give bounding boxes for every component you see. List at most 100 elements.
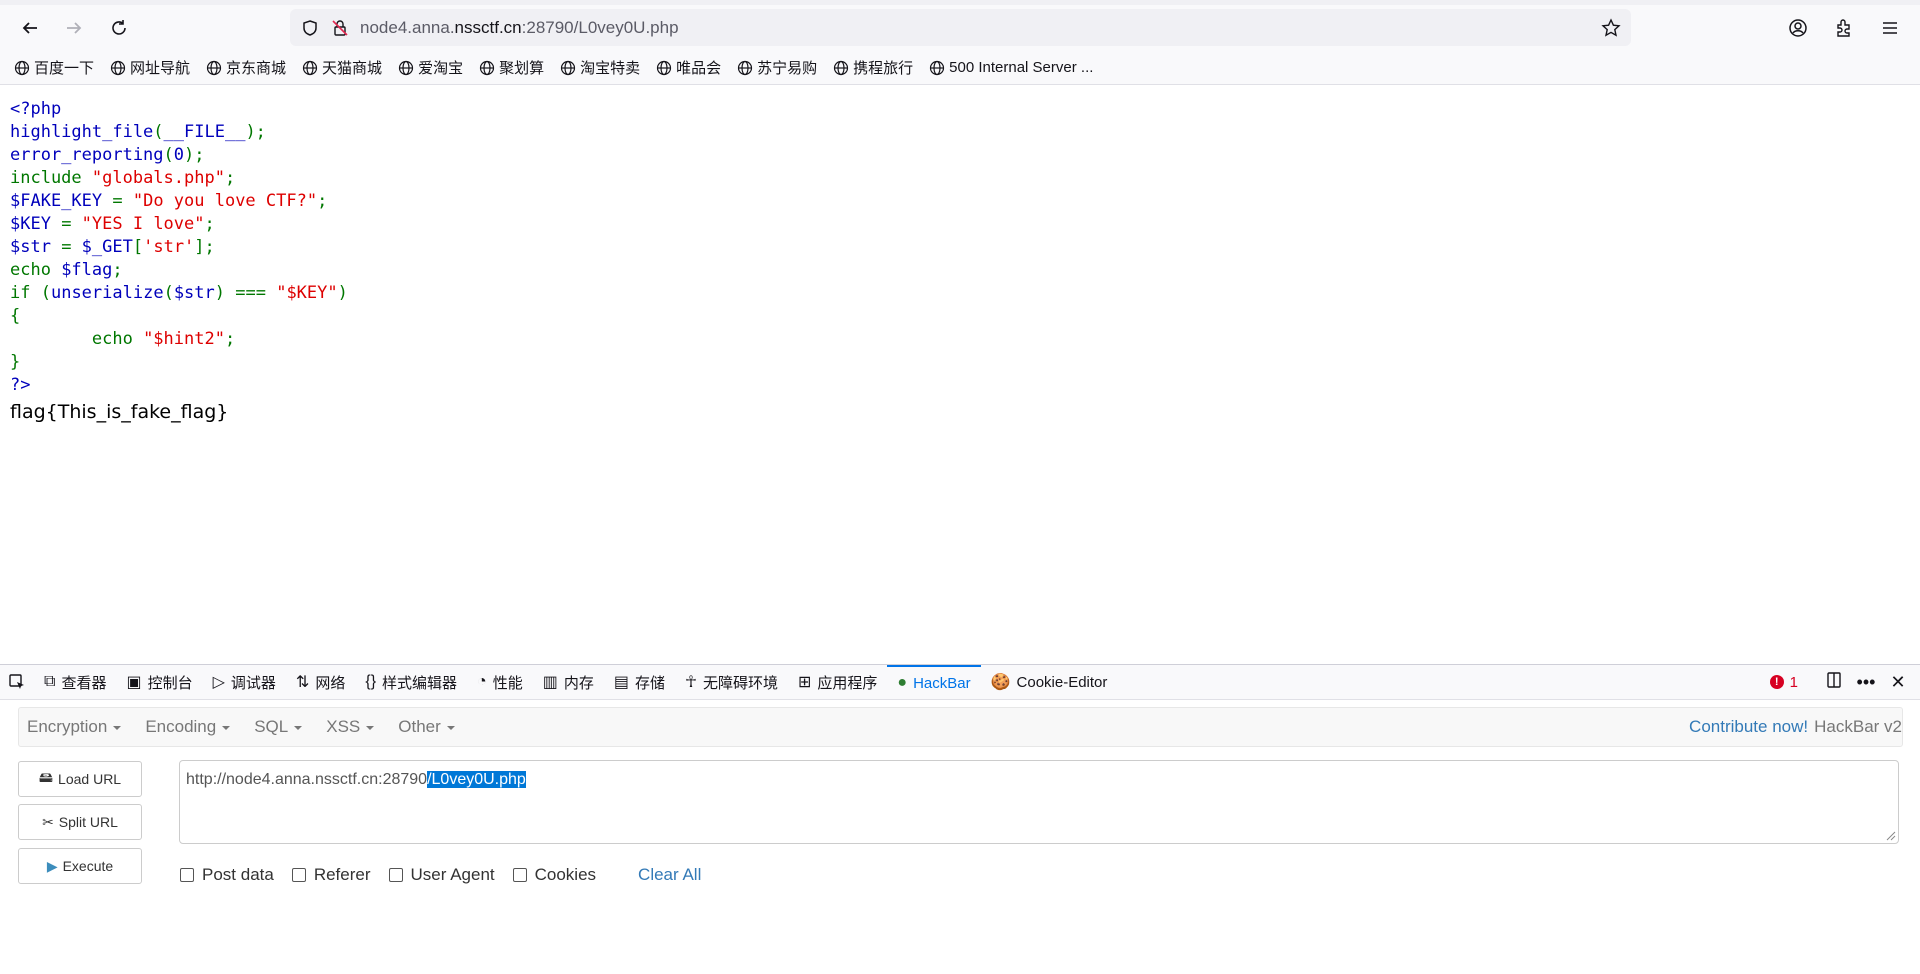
devtools-tab[interactable]: ⧉ 查看器 — [34, 665, 116, 699]
bookmark-item[interactable]: 天猫商城 — [302, 57, 382, 78]
resize-handle-icon[interactable] — [1884, 829, 1896, 841]
bookmark-item[interactable]: 500 Internal Server ... — [929, 59, 1093, 76]
hackbar-menus: Encryption Encoding SQL XSS Other — [19, 717, 471, 737]
element-picker-button[interactable] — [0, 665, 34, 699]
bookmark-star-icon[interactable] — [1601, 18, 1621, 43]
hackbar-menu-item[interactable]: SQL — [254, 717, 303, 737]
code-token: echo — [10, 260, 62, 280]
hackbar-url-textarea[interactable]: http://node4.anna.nssctf.cn:28790/L0vey0… — [179, 760, 1899, 844]
error-count-badge[interactable]: ! 1 — [1769, 674, 1798, 691]
devtools-tab[interactable]: {} 样式编辑器 — [355, 665, 467, 699]
bookmark-label: 唯品会 — [676, 60, 722, 77]
code-line: <?php — [10, 98, 348, 121]
load-url-button[interactable]: 🖴 Load URL — [18, 761, 142, 797]
bookmark-item[interactable]: 苏宁易购 — [737, 57, 817, 78]
devtools-tab-label: 网络 — [315, 674, 346, 692]
devtools-tab[interactable]: 🍪 Cookie-Editor — [981, 665, 1118, 699]
code-token: ; — [317, 191, 328, 211]
close-devtools-icon[interactable]: ✕ — [1882, 672, 1914, 693]
insecure-lock-icon[interactable] — [330, 18, 350, 38]
code-token: = — [61, 237, 82, 257]
bookmark-item[interactable]: 京东商城 — [206, 57, 286, 78]
bookmark-label: 爱淘宝 — [418, 60, 464, 77]
caret-down-icon — [366, 725, 375, 730]
checkbox-icon[interactable] — [388, 868, 403, 882]
bookmark-item[interactable]: 携程旅行 — [833, 57, 913, 78]
checkbox-icon[interactable] — [180, 868, 194, 882]
hackbar-menu-item[interactable]: Other — [398, 717, 455, 737]
code-token: $KEY — [10, 214, 62, 234]
devtools-tab[interactable]: ▥ 内存 — [533, 665, 604, 699]
hackbar-menu-item[interactable]: XSS — [326, 717, 375, 737]
globe-icon — [206, 60, 222, 75]
hackbar-menu-item[interactable]: Encryption — [27, 717, 122, 737]
hackbar-menu-item[interactable]: Encoding — [145, 717, 231, 737]
contribute-link[interactable]: Contribute now! — [1689, 717, 1808, 737]
code-token: ?> — [10, 375, 31, 395]
code-token: "YES I love" — [81, 214, 205, 234]
memory-icon: ▥ — [542, 674, 558, 691]
option-checkbox[interactable]: Post data — [180, 865, 274, 885]
globe-icon — [930, 60, 945, 75]
code-line: } — [10, 351, 348, 374]
option-checkbox[interactable]: Cookies — [512, 865, 596, 885]
split-url-button[interactable]: ✂ Split URL — [18, 804, 142, 840]
extensions-icon[interactable] — [1834, 18, 1854, 43]
code-token: echo — [10, 329, 144, 349]
code-token: === — [235, 283, 277, 303]
dock-side-icon[interactable] — [1818, 671, 1850, 694]
more-options-icon[interactable]: ••• — [1850, 672, 1882, 693]
reload-button[interactable] — [101, 10, 137, 46]
code-token: { — [10, 306, 21, 326]
back-button[interactable] — [12, 10, 48, 46]
url-text[interactable]: node4.anna.nssctf.cn:28790/L0vey0U.php — [360, 18, 679, 38]
code-token: ( — [163, 283, 174, 303]
devtools-tab[interactable]: ● HackBar — [887, 665, 981, 699]
account-icon[interactable] — [1788, 18, 1808, 43]
execute-button[interactable]: ▶ Execute — [18, 848, 142, 884]
devtools-tab-label: 性能 — [492, 674, 523, 692]
option-checkbox[interactable]: Referer — [291, 865, 371, 885]
application-icon: ⊞ — [797, 674, 812, 691]
shield-icon[interactable] — [300, 18, 320, 38]
bookmark-item[interactable]: 淘宝特卖 — [560, 57, 640, 78]
code-line: $str = $_GET['str']; — [10, 236, 348, 259]
code-token: = — [61, 214, 82, 234]
option-checkbox[interactable]: User Agent — [388, 865, 495, 885]
checkbox-icon[interactable] — [512, 868, 527, 882]
console-icon: ▣ — [126, 674, 142, 691]
code-token: $flag — [61, 260, 113, 280]
devtools-tab[interactable]: ▷ 调试器 — [203, 665, 286, 699]
devtools-tab[interactable]: ▤ 存储 — [604, 665, 675, 699]
menu-label: Encoding — [145, 717, 217, 736]
code-token: ; — [112, 260, 123, 280]
address-bar[interactable]: node4.anna.nssctf.cn:28790/L0vey0U.php — [290, 9, 1631, 46]
code-token: = — [112, 191, 133, 211]
cookie-icon: 🍪 — [990, 674, 1011, 691]
clear-all-link[interactable]: Clear All — [638, 865, 701, 885]
bookmark-item[interactable]: 爱淘宝 — [398, 57, 463, 78]
devtools-tab-label: Cookie-Editor — [1016, 673, 1108, 691]
bookmark-label: 天猫商城 — [322, 60, 383, 77]
bookmark-item[interactable]: 网址导航 — [110, 57, 190, 78]
scissors-icon: ✂ — [42, 813, 54, 830]
code-line: include "globals.php"; — [10, 167, 348, 190]
bookmark-item[interactable]: 百度一下 — [14, 57, 94, 78]
devtools-tab[interactable]: ☥ 无障碍环境 — [675, 665, 788, 699]
devtools-tab-label: 内存 — [563, 674, 594, 692]
app-menu-icon[interactable] — [1880, 18, 1900, 43]
devtools-tab[interactable]: ◔ 性能 — [467, 665, 533, 699]
checkbox-icon[interactable] — [291, 868, 306, 882]
code-token: error_reporting — [10, 145, 164, 165]
code-line: ?> — [10, 374, 348, 397]
bookmark-item[interactable]: 聚划算 — [479, 57, 544, 78]
menu-label: Other — [398, 717, 441, 736]
hackbar-version: HackBar v2 — [1814, 717, 1902, 736]
devtools-tab[interactable]: ▣ 控制台 — [116, 665, 202, 699]
code-token: } — [10, 352, 21, 372]
bookmark-item[interactable]: 唯品会 — [656, 57, 721, 78]
code-token: $FAKE_KEY — [10, 191, 113, 211]
devtools-tab[interactable]: ⊞ 应用程序 — [788, 665, 887, 699]
devtools-tab[interactable]: ⇅ 网络 — [286, 665, 355, 699]
forward-button[interactable] — [56, 10, 92, 46]
